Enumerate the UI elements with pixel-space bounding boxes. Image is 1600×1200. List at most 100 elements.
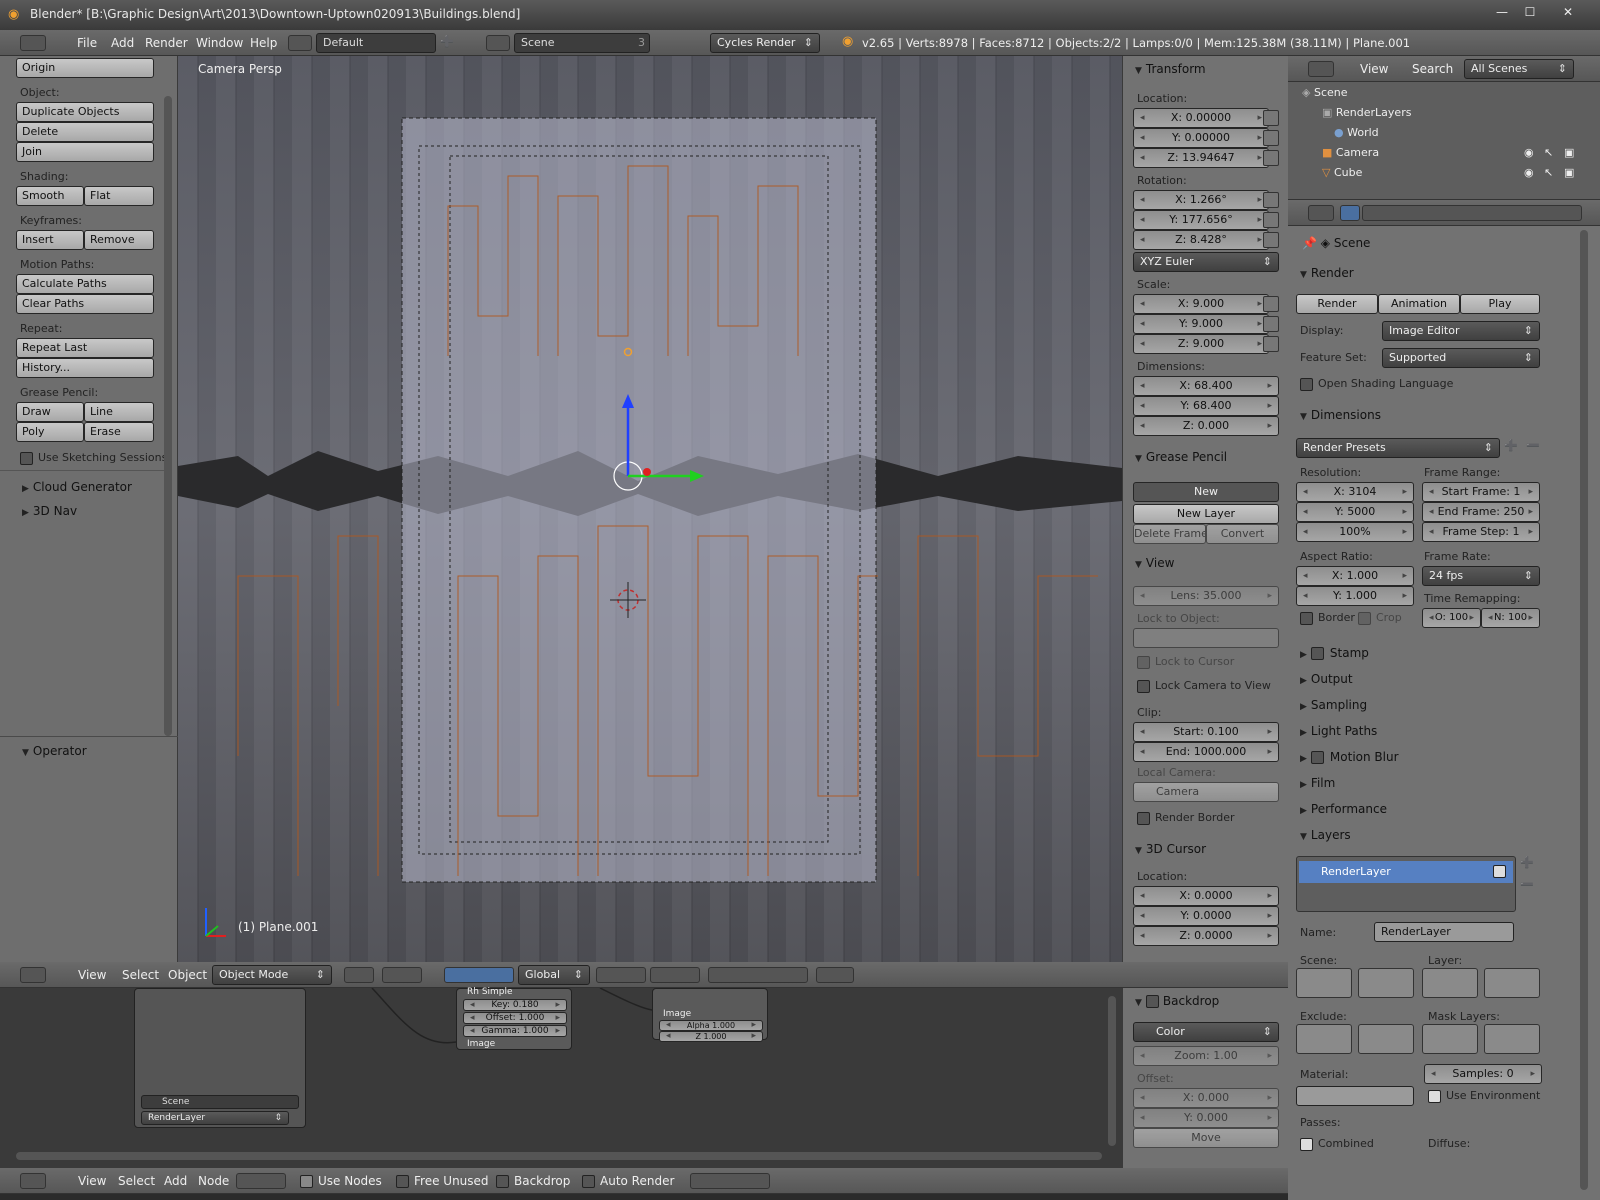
remove-keyframe-button[interactable]: Remove	[84, 230, 154, 250]
node-editor[interactable]: Scene RenderLayer Rh Simple Key: 0.180 O…	[0, 987, 1122, 1168]
remove-layer-icon[interactable]: ➖	[1520, 878, 1534, 891]
flat-button[interactable]: Flat	[84, 186, 154, 206]
manipulator-icons[interactable]	[444, 967, 514, 983]
frame-rate-dropdown[interactable]: 24 fps	[1422, 566, 1540, 586]
scale-x-field[interactable]: X: 9.000	[1133, 294, 1269, 314]
dimension-y-field[interactable]: Y: 68.400	[1133, 396, 1279, 416]
add-preset-icon[interactable]: ➕	[1504, 439, 1518, 452]
menu-view[interactable]: View	[78, 962, 106, 988]
insert-keyframe-button[interactable]: Insert	[16, 230, 84, 250]
move-button[interactable]: Move	[1133, 1128, 1279, 1148]
osl-checkbox[interactable]	[1300, 378, 1313, 391]
menu-help[interactable]: Help	[250, 30, 277, 56]
backdrop-checkbox[interactable]	[496, 1175, 509, 1188]
node-scene-field[interactable]: Scene	[141, 1095, 299, 1109]
gamma-field[interactable]: Gamma: 1.000	[463, 1025, 567, 1037]
mode-dropdown[interactable]: Object Mode	[212, 965, 332, 985]
lock-icon[interactable]	[1263, 316, 1279, 332]
feature-set-dropdown[interactable]: Supported	[1382, 348, 1540, 368]
render-preview-icons[interactable]	[816, 967, 854, 983]
light-paths-panel-header[interactable]: ▶ Light Paths	[1300, 724, 1377, 738]
select-arrow-icon[interactable]: ↖	[1544, 166, 1553, 179]
node-tree-type-icons[interactable]	[236, 1173, 286, 1189]
rotation-y-field[interactable]: Y: 177.656°	[1133, 210, 1269, 230]
node-v-scrollbar[interactable]	[1108, 996, 1116, 1146]
scene-field[interactable]: Scene	[514, 33, 650, 53]
backdrop-channel-dropdown[interactable]: Color	[1133, 1022, 1279, 1042]
location-z-field[interactable]: Z: 13.94647	[1133, 148, 1269, 168]
clip-end-field[interactable]: End: 1000.000	[1133, 742, 1279, 762]
crop-checkbox[interactable]	[1358, 612, 1371, 625]
pivot-icon[interactable]	[382, 967, 422, 983]
render-camera-icon[interactable]: ▣	[1564, 166, 1574, 179]
backdrop-toggle-checkbox[interactable]	[1145, 995, 1159, 1008]
exclude-grid[interactable]	[1296, 1024, 1352, 1054]
location-x-field[interactable]: X: 0.00000	[1133, 108, 1269, 128]
rh-simple-node[interactable]: Rh Simple Key: 0.180 Offset: 1.000 Gamma…	[456, 987, 572, 1050]
layout-field[interactable]: Default	[316, 33, 436, 53]
outliner-item-camera[interactable]: ■ Camera	[1322, 146, 1379, 159]
output-panel-header[interactable]: ▶ Output	[1300, 672, 1353, 686]
outliner-item-scene[interactable]: ◈ Scene	[1302, 86, 1348, 99]
render-engine-dropdown[interactable]: Cycles Render	[710, 33, 820, 53]
composite-node[interactable]: Image Alpha 1.000 Z 1.000	[652, 988, 768, 1042]
scale-z-field[interactable]: Z: 9.000	[1133, 334, 1269, 354]
performance-panel-header[interactable]: ▶ Performance	[1300, 802, 1387, 816]
lock-icon[interactable]	[1263, 110, 1279, 126]
alpha-field[interactable]: Alpha 1.000	[659, 1020, 763, 1031]
lock-camera-checkbox[interactable]	[1137, 680, 1150, 693]
editor-type-icon[interactable]	[1308, 205, 1334, 221]
animation-button[interactable]: Animation	[1378, 294, 1460, 314]
image-output-socket[interactable]: Image	[467, 1039, 495, 1049]
dimensions-panel-header[interactable]: ▼ Dimensions	[1300, 408, 1381, 422]
gp-line-button[interactable]: Line	[84, 402, 154, 422]
maximize-button[interactable]: ☐	[1518, 3, 1542, 21]
offset-x-field[interactable]: X: 0.000	[1133, 1088, 1279, 1108]
aspect-y-field[interactable]: Y: 1.000	[1296, 586, 1414, 606]
viewport-3d[interactable]: Camera Persp (1) Plane.001	[178, 56, 1122, 962]
lock-icon[interactable]	[1263, 336, 1279, 352]
duplicate-objects-button[interactable]: Duplicate Objects	[16, 102, 154, 122]
cursor-x-field[interactable]: X: 0.0000	[1133, 886, 1279, 906]
gp-delete-frame-button[interactable]: Delete Frame	[1133, 524, 1206, 544]
lock-cursor-checkbox[interactable]	[1137, 656, 1150, 669]
rotation-mode-dropdown[interactable]: XYZ Euler	[1133, 252, 1279, 272]
border-checkbox[interactable]	[1300, 612, 1313, 625]
image-input-socket[interactable]: Image	[663, 1009, 691, 1019]
cursor-z-field[interactable]: Z: 0.0000	[1133, 926, 1279, 946]
editor-type-icon[interactable]	[20, 35, 46, 51]
gp-draw-button[interactable]: Draw	[16, 402, 84, 422]
editor-type-icon[interactable]	[1308, 61, 1334, 77]
cloud-generator-panel[interactable]: ▶ Cloud Generator	[22, 480, 132, 494]
close-button[interactable]: ✕	[1556, 3, 1580, 21]
layer-name-field[interactable]: RenderLayer	[1374, 922, 1514, 942]
pin-icon[interactable]: 📌	[1302, 236, 1317, 250]
backdrop-panel-header[interactable]: ▼ Backdrop	[1135, 994, 1219, 1008]
grease-pencil-panel-header[interactable]: ▼ Grease Pencil	[1135, 450, 1227, 464]
combined-checkbox[interactable]	[1300, 1138, 1313, 1151]
gp-new-button[interactable]: New	[1133, 482, 1279, 502]
repeat-last-button[interactable]: Repeat Last	[16, 338, 154, 358]
snap-icons[interactable]	[690, 1173, 770, 1189]
nav3d-panel[interactable]: ▶ 3D Nav	[22, 504, 77, 518]
clear-paths-button[interactable]: Clear Paths	[16, 294, 154, 314]
orientation-dropdown[interactable]: Global	[518, 965, 590, 985]
transform-panel-header[interactable]: ▼ Transform	[1135, 62, 1206, 76]
offset-y-field[interactable]: Y: 0.000	[1133, 1108, 1279, 1128]
add-layer-icon[interactable]: ➕	[1520, 856, 1534, 869]
exclude-grid[interactable]	[1358, 1024, 1414, 1054]
editor-type-icon[interactable]	[20, 967, 46, 983]
properties-scrollbar[interactable]	[1580, 230, 1588, 1190]
z-field[interactable]: Z 1.000	[659, 1031, 763, 1042]
lock-icon[interactable]	[1263, 192, 1279, 208]
scene-icon[interactable]	[486, 35, 510, 51]
menu-add[interactable]: Add	[111, 30, 134, 56]
outliner-item-cube[interactable]: ▽ Cube	[1322, 166, 1362, 179]
node-renderlayer-dropdown[interactable]: RenderLayer	[141, 1111, 289, 1125]
delete-button[interactable]: Delete	[16, 122, 154, 142]
layer-grid[interactable]	[1422, 968, 1478, 998]
lock-icon[interactable]	[1263, 296, 1279, 312]
select-arrow-icon[interactable]: ↖	[1544, 146, 1553, 159]
layer-grid[interactable]	[1484, 968, 1540, 998]
render-camera-icon[interactable]: ▣	[1564, 146, 1574, 159]
